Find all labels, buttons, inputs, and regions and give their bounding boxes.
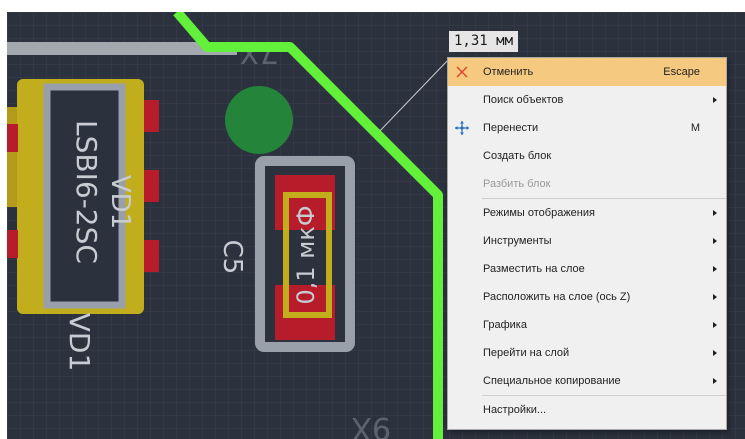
submenu-arrow-icon — [713, 378, 717, 384]
measure-tooltip: 1,31 мм — [449, 31, 519, 52]
submenu-arrow-icon — [713, 350, 717, 356]
submenu-arrow-icon — [713, 238, 717, 244]
menu-item-shortcut: Escape — [663, 66, 700, 78]
submenu-arrow-icon — [713, 266, 717, 272]
vd1-pad-5 — [7, 230, 18, 258]
menu-item-move[interactable]: Перенести M — [448, 114, 726, 142]
menu-item-place-on-layer[interactable]: Разместить на слое — [448, 255, 726, 283]
vd1-pad-4 — [7, 124, 18, 152]
submenu-arrow-icon — [713, 210, 717, 216]
bottom-fragment-label: 9X — [351, 410, 391, 439]
menu-item-label: Перенести — [483, 122, 539, 134]
context-menu[interactable]: Отменить Escape Поиск объектов Перенести… — [447, 57, 727, 430]
menu-item-tools[interactable]: Инструменты — [448, 227, 726, 255]
vd1-ref-label: VD1 — [105, 175, 135, 229]
pcb-editor-canvas[interactable]: 7X VD1 LSBI6-2SC VD1 C5 0,1 мкФ 9X 1,31 … — [0, 0, 745, 439]
vd1-pad-2 — [144, 170, 159, 202]
submenu-arrow-icon — [713, 322, 717, 328]
menu-item-label: Графика — [483, 319, 527, 331]
vd1-pad-1 — [144, 100, 159, 132]
cap-value-label: 0,1 мкФ — [292, 205, 320, 304]
c5-ref-label: C5 — [217, 240, 247, 275]
menu-item-label: Отменить — [483, 66, 534, 78]
submenu-arrow-icon — [713, 294, 717, 300]
menu-item-label: Перейти на слой — [483, 347, 570, 359]
menu-item-special-copy[interactable]: Специальное копирование — [448, 367, 726, 395]
menu-item-label: Разместить на слое — [483, 263, 585, 275]
menu-item-label: Поиск объектов — [483, 94, 564, 106]
menu-item-label: Расположить на слое (ось Z) — [483, 291, 631, 303]
move-arrows-icon — [455, 121, 469, 135]
menu-item-label: Создать блок — [483, 150, 552, 162]
menu-item-cancel[interactable]: Отменить Escape — [448, 58, 726, 86]
vd1-pad-3 — [144, 240, 159, 272]
menu-item-settings[interactable]: Настройки... — [448, 396, 726, 424]
menu-item-label: Настройки... — [483, 404, 547, 416]
menu-item-shortcut: M — [690, 122, 700, 134]
menu-item-label: Инструменты — [483, 235, 552, 247]
menu-item-display-modes[interactable]: Режимы отображения — [448, 199, 726, 227]
close-x-icon — [456, 66, 468, 78]
menu-item-arrange-z-axis[interactable]: Расположить на слое (ось Z) — [448, 283, 726, 311]
menu-item-label: Специальное копирование — [483, 375, 621, 387]
submenu-arrow-icon — [713, 97, 717, 103]
menu-item-label: Разбить блок — [483, 178, 551, 190]
via[interactable] — [225, 86, 293, 154]
vd1-part-label: LSBI6-2SC — [70, 120, 103, 264]
capacitor-component[interactable]: 0,1 мкФ — [255, 156, 355, 352]
menu-item-graphics[interactable]: Графика — [448, 311, 726, 339]
menu-item-find-objects[interactable]: Поиск объектов — [448, 86, 726, 114]
menu-item-label: Режимы отображения — [483, 207, 595, 219]
menu-item-create-block[interactable]: Создать блок — [448, 142, 726, 170]
menu-item-break-block: Разбить блок — [448, 170, 726, 198]
menu-item-go-to-layer[interactable]: Перейти на слой — [448, 339, 726, 367]
vd1-bottom-label: VD1 — [63, 313, 96, 372]
